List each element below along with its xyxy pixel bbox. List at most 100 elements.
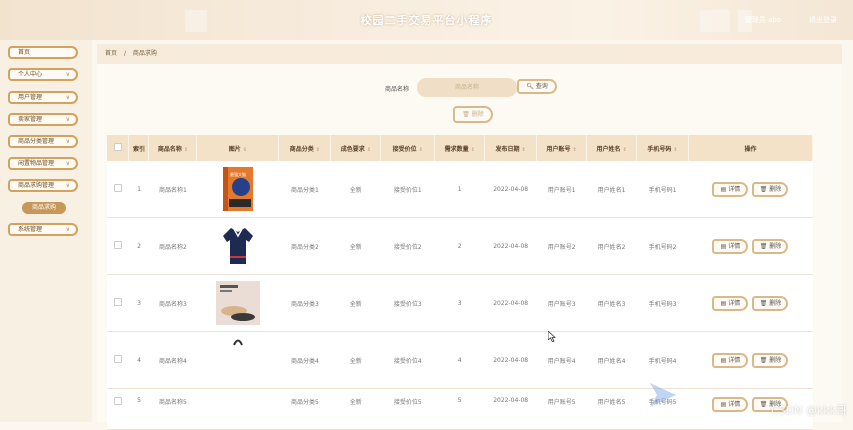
chevron-down-icon: ∨ [65, 116, 70, 123]
col-header[interactable]: 接受价位 ⇕ [380, 135, 436, 161]
col-header[interactable]: 发布日期 ⇕ [484, 135, 538, 161]
cell-qty: 2 [434, 217, 485, 275]
col-header[interactable]: 用户姓名 ⇕ [586, 135, 638, 161]
select-all-checkbox[interactable] [107, 135, 130, 161]
shoes-thumbnail [215, 281, 260, 325]
cell-actions: ▤ 详情 🗑︎ 删除 [688, 217, 813, 275]
trash-icon: 🗑︎ [759, 185, 768, 193]
cell-user: 用户姓名4 [586, 331, 637, 389]
detail-icon: ▤ [720, 401, 727, 408]
detail-button[interactable]: ▤ 详情 [712, 295, 749, 311]
col-header[interactable]: 商品名称 ⇕ [148, 135, 198, 161]
search-icon: 🔍︎ [526, 83, 534, 90]
breadcrumb-current: 商品求购 [132, 50, 157, 57]
col-header[interactable]: 图片 ⇕ [196, 135, 280, 161]
cell-image [196, 274, 279, 332]
table-row: 3 商品名称3 商品分类3 全新 接受价位3 3 2022-04-08 用户账号… [107, 274, 813, 332]
sort-icon: ⇕ [315, 146, 320, 153]
delete-button[interactable]: 🗑︎ 删除 [752, 352, 789, 368]
cell-name: 商品名称4 [148, 331, 197, 389]
sort-icon: ⇕ [470, 146, 475, 153]
col-header[interactable]: 需求数量 ⇕ [434, 135, 486, 161]
sidebar-item-idle-goods[interactable]: 闲置物品管理 ∨ [8, 157, 78, 170]
table-row: 4 商品名称4 商品分类4 全新 接受价位4 4 2022-04-08 用户账号… [107, 331, 813, 389]
cell-name: 商品名称3 [148, 274, 197, 332]
book-thumbnail: 最强大脑 [222, 167, 253, 211]
bulk-delete-button[interactable]: 🗑︎ 删除 [453, 106, 493, 123]
row-checkbox[interactable] [107, 161, 129, 218]
sidebar-item-label: 商品分类管理 [18, 138, 55, 145]
cell-qty: 3 [434, 274, 485, 332]
delete-button[interactable]: 🗑︎ 删除 [752, 181, 789, 197]
book-title: 最强大脑 [230, 171, 246, 177]
cell-category: 商品分类2 [278, 217, 331, 275]
cell-date: 2022-04-08 [484, 388, 537, 430]
sidebar-item-label: 商品求购管理 [18, 182, 55, 189]
cell-condition: 全新 [330, 331, 381, 389]
top-bar: 校园二手交易平台小程序 管理员 abo 退出登录 [0, 0, 853, 40]
sidebar-item-sellers[interactable]: 卖家管理 ∨ [8, 113, 78, 126]
chevron-down-icon: ∨ [65, 138, 70, 145]
admin-label: 管理员 abo [744, 16, 781, 24]
sidebar-item-label: 系统管理 [18, 226, 43, 233]
cell-name: 商品名称5 [148, 388, 197, 430]
breadcrumb: 首页 / 商品求购 [97, 44, 842, 64]
delete-button[interactable]: 🗑︎ 删除 [752, 238, 789, 254]
cell-account: 用户账号2 [536, 217, 587, 275]
cell-price: 接受价位1 [380, 161, 435, 218]
detail-button[interactable]: ▤ 详情 [712, 181, 749, 197]
col-header[interactable]: 成色要求 ⇕ [330, 135, 382, 161]
col-header[interactable]: 商品分类 ⇕ [278, 135, 332, 161]
sidebar-item-home[interactable]: 首页 [8, 46, 78, 59]
cell-category: 商品分类1 [278, 161, 331, 218]
sort-icon: ⇕ [521, 146, 526, 153]
sidebar-item-purchase-requests[interactable]: 商品求购管理 ∨ [8, 179, 78, 192]
cell-phone: 手机号码2 [636, 217, 689, 275]
main-content: 首页 / 商品求购 商品名称 🔍︎ 查询 🗑︎ 删除 索引 商品名称⇕ 图片⇕ … [97, 44, 842, 430]
row-checkbox[interactable] [107, 217, 129, 275]
chevron-down-icon: ∨ [65, 94, 70, 101]
sidebar-item-profile[interactable]: 个人中心 ∨ [8, 68, 78, 81]
cell-user: 用户姓名1 [586, 161, 637, 218]
logout-link[interactable]: 退出登录 [809, 15, 837, 25]
row-checkbox[interactable] [107, 274, 129, 332]
cell-image [196, 217, 279, 275]
col-header[interactable]: 手机号码 ⇕ [636, 135, 689, 161]
cell-account: 用户账号1 [536, 161, 587, 218]
cell-qty: 4 [434, 331, 485, 389]
cell-index: 5 [128, 388, 149, 430]
cell-date: 2022-04-08 [484, 217, 537, 275]
row-checkbox[interactable] [107, 388, 129, 430]
cell-account: 用户账号3 [536, 274, 587, 332]
cell-category: 商品分类5 [278, 388, 331, 430]
sort-icon: ⇕ [366, 146, 371, 153]
col-header: 索引 [128, 135, 150, 161]
table-row: 2 商品名称2 商品分类2 全新 接受价位2 2 2022-04-08 用户账号… [107, 217, 813, 275]
cell-condition: 全新 [330, 161, 381, 218]
trash-icon: 🗑︎ [759, 242, 768, 250]
cell-qty: 1 [434, 161, 485, 218]
cell-image [196, 331, 279, 389]
sidebar-item-users[interactable]: 用户管理 ∨ [8, 91, 78, 104]
col-header[interactable]: 用户账号 ⇕ [536, 135, 588, 161]
cell-actions: ▤ 详情 🗑︎ 删除 [688, 274, 813, 332]
search-input[interactable] [417, 78, 517, 97]
detail-button[interactable]: ▤ 详情 [712, 352, 749, 368]
cell-user: 用户姓名5 [586, 388, 637, 430]
cell-price: 接受价位3 [380, 274, 435, 332]
row-checkbox[interactable] [107, 331, 129, 389]
cell-index: 2 [128, 217, 149, 275]
sidebar-item-categories[interactable]: 商品分类管理 ∨ [8, 135, 78, 148]
mouse-cursor-icon [548, 331, 556, 342]
breadcrumb-home[interactable]: 首页 [105, 50, 117, 57]
detail-button[interactable]: ▤ 详情 [712, 397, 749, 412]
delete-button[interactable]: 🗑︎ 删除 [752, 295, 789, 311]
sidebar-item-system[interactable]: 系统管理 ∨ [8, 223, 78, 236]
cell-actions: ▤ 详情 🗑︎ 删除 [688, 331, 813, 389]
submenu-item-purchase[interactable]: 商品求购 [22, 202, 66, 214]
trash-icon: 🗑︎ [759, 356, 768, 364]
sort-icon: ⇕ [242, 146, 247, 153]
search-button[interactable]: 🔍︎ 查询 [517, 79, 557, 94]
sidebar-item-label: 首页 [18, 49, 31, 56]
detail-button[interactable]: ▤ 详情 [712, 238, 749, 254]
